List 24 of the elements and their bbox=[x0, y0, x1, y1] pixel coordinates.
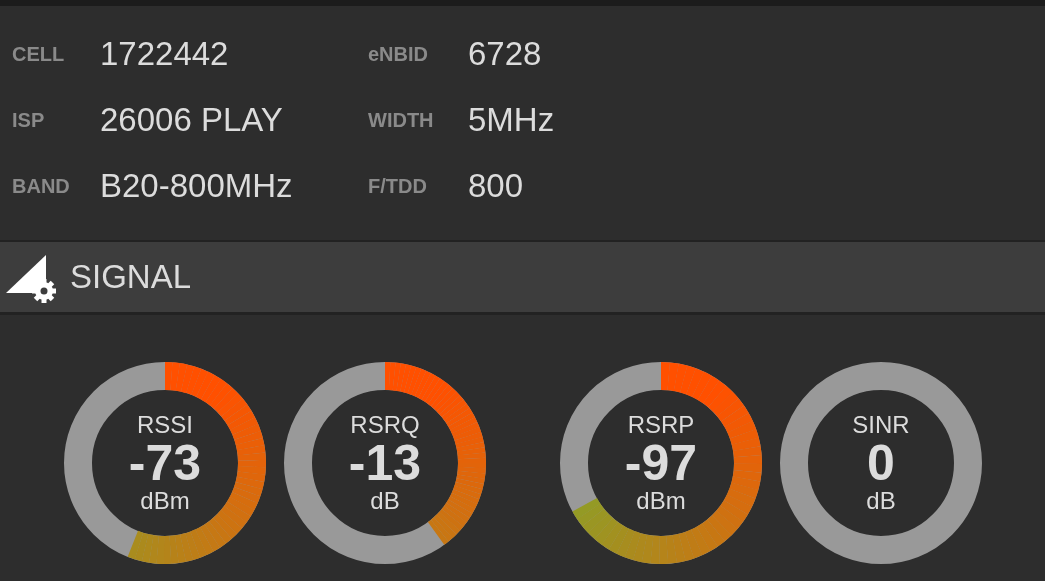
field-label: ISP bbox=[12, 108, 46, 132]
gauge-unit: dB bbox=[866, 489, 896, 514]
gauge-unit: dBm bbox=[140, 489, 190, 514]
field-value: 26006 PLAY bbox=[100, 101, 284, 139]
field-label: eNBID bbox=[368, 42, 429, 66]
gauge-unit: dB bbox=[370, 489, 400, 514]
section-title: SIGNAL bbox=[70, 258, 192, 296]
field-value: 800 bbox=[468, 167, 525, 205]
field-value: B20-800MHz bbox=[100, 167, 294, 205]
gauge-name: RSSI bbox=[137, 412, 193, 437]
gauge-value: -97 bbox=[624, 436, 698, 490]
gauge-name: RSRP bbox=[627, 412, 695, 437]
field-value: 6728 bbox=[468, 35, 543, 73]
gauge-unit: dBm bbox=[636, 489, 686, 514]
gauge-value: -73 bbox=[128, 436, 202, 490]
gauge-name: RSRQ bbox=[350, 412, 420, 437]
gauge-value: 0 bbox=[867, 436, 895, 490]
field-value: 5MHz bbox=[468, 101, 556, 139]
field-label: CELL bbox=[12, 42, 66, 66]
field-label: WIDTH bbox=[368, 108, 435, 132]
field-label: BAND bbox=[12, 174, 71, 198]
field-value: 1722442 bbox=[100, 35, 230, 73]
gauge-name: SINR bbox=[852, 412, 910, 437]
field-label: F/TDD bbox=[368, 174, 428, 198]
